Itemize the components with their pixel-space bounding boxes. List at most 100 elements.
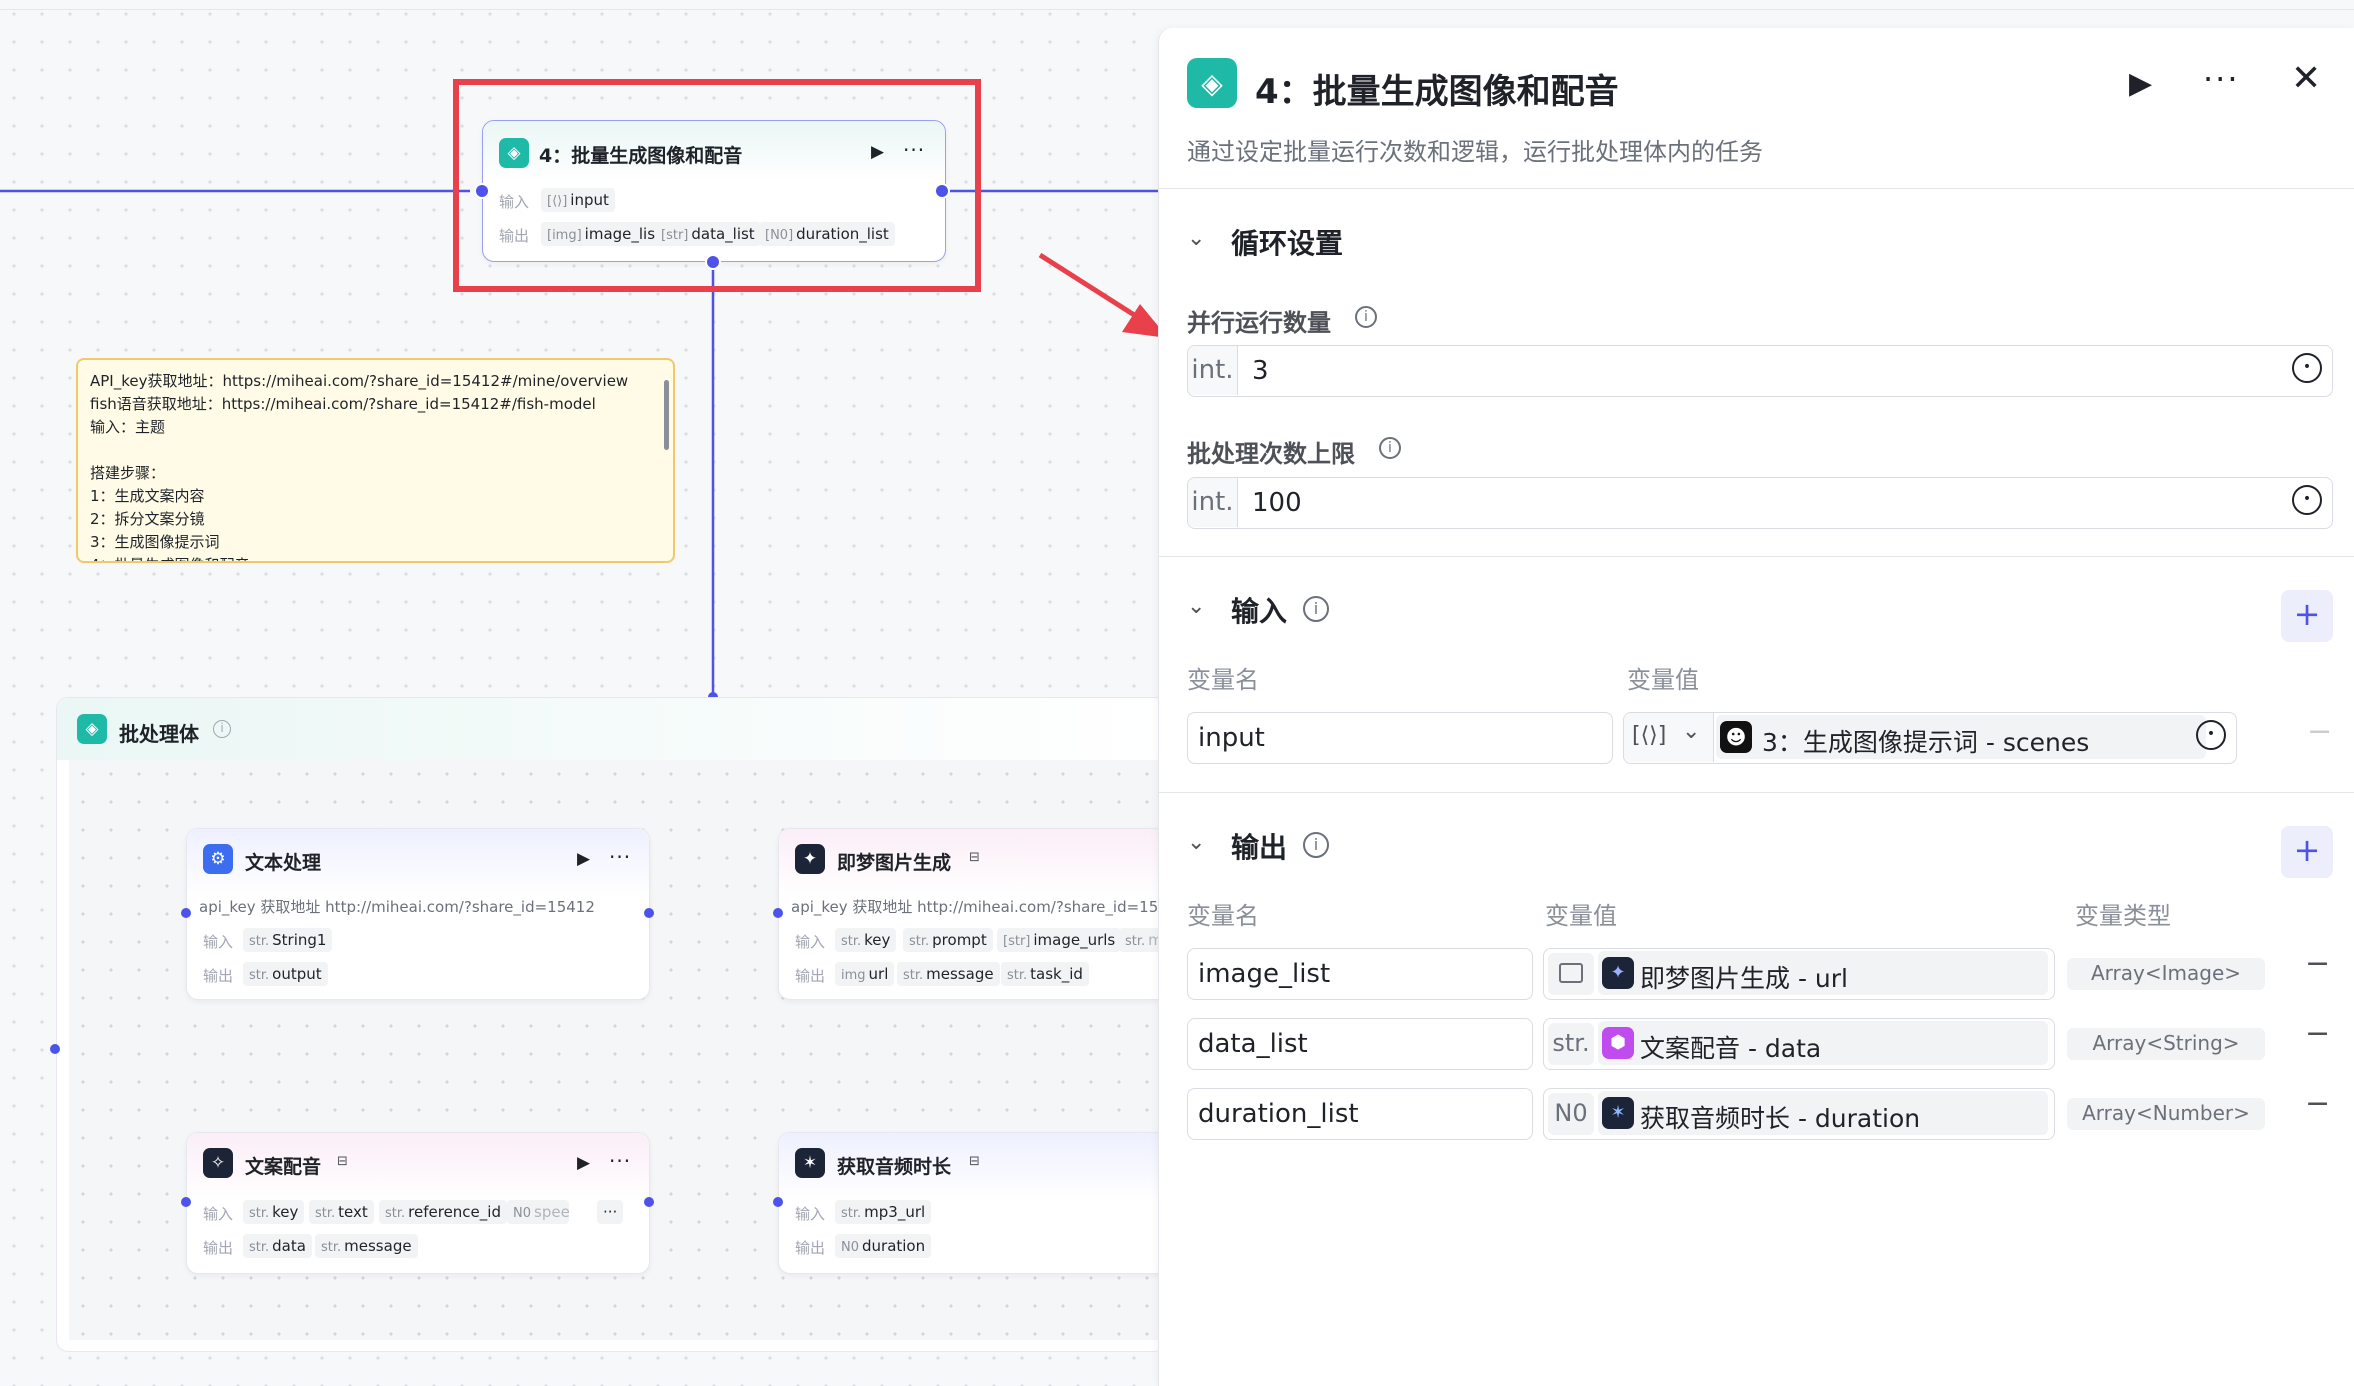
chevron-down-icon[interactable]: ⌄ xyxy=(1187,594,1205,619)
text-processing-node[interactable]: ⚙ 文本处理 ▶ ··· api_key 获取地址 http://miheai.… xyxy=(186,828,650,1000)
jimeng-logo-icon: ✦ xyxy=(795,844,825,874)
more-icon[interactable]: ··· xyxy=(903,138,925,162)
node-input-port[interactable] xyxy=(773,1197,783,1207)
remove-output-icon[interactable]: − xyxy=(2305,1086,2330,1121)
node-input-port[interactable] xyxy=(181,908,191,918)
note-line: 输入：主题 xyxy=(90,418,166,436)
batch-limit-field[interactable]: int. 100 • xyxy=(1187,477,2333,529)
string-type-icon: str. xyxy=(903,968,924,983)
pill-name: duration xyxy=(862,1237,926,1255)
remove-output-icon[interactable]: − xyxy=(2305,1016,2330,1051)
parallel-count-field[interactable]: int. 3 • xyxy=(1187,345,2333,397)
pill-name: image_urls xyxy=(1033,931,1116,949)
input-pill: str. key xyxy=(835,928,897,952)
input-section-title[interactable]: 输入 xyxy=(1231,590,1287,630)
batch-limit-label: 批处理次数上限 xyxy=(1187,440,1355,468)
more-inputs-button[interactable]: ··· xyxy=(597,1200,624,1224)
node-input-port[interactable] xyxy=(181,1197,191,1207)
batch-body-port[interactable] xyxy=(705,254,721,270)
type-selector[interactable]: [⟨⟩] ⌄ xyxy=(1624,713,1714,762)
note-line: 4：批量生成图像和配音 xyxy=(90,554,250,561)
batch-input-port[interactable] xyxy=(474,183,490,199)
play-icon[interactable]: ▶ xyxy=(577,1153,590,1173)
variable-ref-icon[interactable]: • xyxy=(2292,485,2322,515)
jimeng-logo-icon: ✦ xyxy=(1602,957,1634,989)
batch-body-layers-icon: ◈ xyxy=(77,714,107,744)
output-row-label: 输出 xyxy=(203,1239,234,1257)
panel-subtitle: 通过设定批量运行次数和逻辑，运行批处理体内的任务 xyxy=(1187,138,1763,166)
output-value-field[interactable]: N0 ✶ 获取音频时长 - duration xyxy=(1543,1088,2055,1140)
input-var-name-field[interactable]: input xyxy=(1187,712,1613,764)
divider xyxy=(1159,556,2354,557)
note-scrollbar[interactable] xyxy=(664,380,669,450)
output-pill: img url xyxy=(835,962,895,986)
output-value-field[interactable]: ✦ 即梦图片生成 - url xyxy=(1543,948,2055,1000)
remove-output-icon[interactable]: − xyxy=(2305,946,2330,981)
node-output-port[interactable] xyxy=(644,1197,654,1207)
divider xyxy=(1159,188,2354,189)
node-input-port[interactable] xyxy=(773,908,783,918)
jimeng-image-node[interactable]: ✦ 即梦图片生成 ⊟ api_key 获取地址 http://miheai.co… xyxy=(778,828,1198,1000)
string-type-icon: str. xyxy=(249,1240,270,1255)
string-array-icon: [str] xyxy=(661,228,689,243)
node-config-panel: ◈ 4：批量生成图像和配音 ▶ ··· ✕ 通过设定批量运行次数和逻辑，运行批处… xyxy=(1158,28,2354,1386)
note-line: 3：生成图像提示词 xyxy=(90,533,220,551)
pill-name: reference_id xyxy=(408,1203,501,1221)
voice-dubbing-node[interactable]: ✧ 文案配音 ⊟ ▶ ··· 输入 str. key str. text str. r… xyxy=(186,1132,650,1274)
run-icon[interactable]: ▶ xyxy=(2129,66,2152,101)
audio-logo-icon: ✶ xyxy=(795,1148,825,1178)
batch-limit-value[interactable]: 100 xyxy=(1252,488,1302,518)
workflow-canvas[interactable]: ◈ 4：批量生成图像和配音 ▶ ··· 输入 [⟨⟩] input 输出 [img… xyxy=(0,0,2354,1386)
pill-name: task_id xyxy=(1030,965,1083,983)
chevron-down-icon[interactable]: ⌄ xyxy=(1187,830,1205,855)
play-icon[interactable]: ▶ xyxy=(871,142,884,162)
output-name-field[interactable]: duration_list xyxy=(1187,1088,1533,1140)
plugin-badge-icon: ⊟ xyxy=(337,1154,348,1169)
image-icon xyxy=(1559,963,1583,983)
ref-chip[interactable]: ☻ 3：生成图像提示词 - scenes xyxy=(1716,715,2206,759)
batch-body-entry-port[interactable] xyxy=(50,1044,60,1054)
input-var-name-value[interactable]: input xyxy=(1198,723,1265,753)
ref-chip[interactable]: ✦ 即梦图片生成 - url xyxy=(1598,951,2048,995)
plugin-badge-icon: ⊟ xyxy=(969,1154,980,1169)
more-icon[interactable]: ··· xyxy=(2203,60,2240,98)
loop-section-title[interactable]: 循环设置 xyxy=(1231,222,1343,262)
array-type-icon: [⟨⟩] xyxy=(1632,723,1667,748)
add-input-button[interactable]: + xyxy=(2281,590,2333,642)
output-value-field[interactable]: str. ⬢ 文案配音 - data xyxy=(1543,1018,2055,1070)
output-name-value[interactable]: duration_list xyxy=(1198,1099,1359,1129)
string-type-icon: str. xyxy=(841,1206,862,1221)
output-name-value[interactable]: data_list xyxy=(1198,1029,1308,1059)
close-icon[interactable]: ✕ xyxy=(2291,58,2321,99)
variable-ref-icon[interactable]: • xyxy=(2196,720,2226,750)
output-name-value[interactable]: image_list xyxy=(1198,959,1330,989)
plugin-badge-icon: ⊟ xyxy=(969,850,980,865)
input-row-label: 输入 xyxy=(203,933,234,951)
parallel-count-value[interactable]: 3 xyxy=(1252,356,1269,386)
chevron-down-icon[interactable]: ⌄ xyxy=(1187,226,1205,251)
input-var-value-field[interactable]: [⟨⟩] ⌄ ☻ 3：生成图像提示词 - scenes • xyxy=(1623,712,2237,764)
more-icon[interactable]: ··· xyxy=(609,845,631,869)
output-pill: str. message xyxy=(897,962,1000,986)
note-line: 2：拆分文案分镜 xyxy=(90,510,205,528)
audio-duration-node[interactable]: ✶ 获取音频时长 ⊟ 输入 str. mp3_url 输出 N0 duration xyxy=(778,1132,1198,1274)
ref-chip[interactable]: ⬢ 文案配音 - data xyxy=(1598,1021,2048,1065)
add-output-button[interactable]: + xyxy=(2281,826,2333,878)
node-output-port[interactable] xyxy=(644,908,654,918)
output-col-type: 变量类型 xyxy=(2075,902,2171,930)
input-var-name: input xyxy=(570,191,609,209)
output-name-field[interactable]: data_list xyxy=(1187,1018,1533,1070)
more-icon[interactable]: ··· xyxy=(609,1149,631,1173)
string-type-icon: str. xyxy=(321,1240,342,1255)
ref-chip[interactable]: ✶ 获取音频时长 - duration xyxy=(1598,1091,2048,1135)
remove-input-icon[interactable]: − xyxy=(2307,714,2332,749)
input-pill: str. mp3_url xyxy=(835,1200,932,1224)
output-name-field[interactable]: image_list xyxy=(1187,948,1533,1000)
variable-ref-icon[interactable]: • xyxy=(2292,353,2322,383)
output-section-title[interactable]: 输出 xyxy=(1231,826,1287,866)
batch-node[interactable]: ◈ 4：批量生成图像和配音 ▶ ··· 输入 [⟨⟩] input 输出 [img… xyxy=(482,120,946,262)
note-card[interactable]: API_key获取地址：https://miheai.com/?share_id… xyxy=(76,358,675,563)
output-type-badge: Array<Image> xyxy=(2067,958,2265,990)
play-icon[interactable]: ▶ xyxy=(577,849,590,869)
batch-output-port[interactable] xyxy=(934,183,950,199)
